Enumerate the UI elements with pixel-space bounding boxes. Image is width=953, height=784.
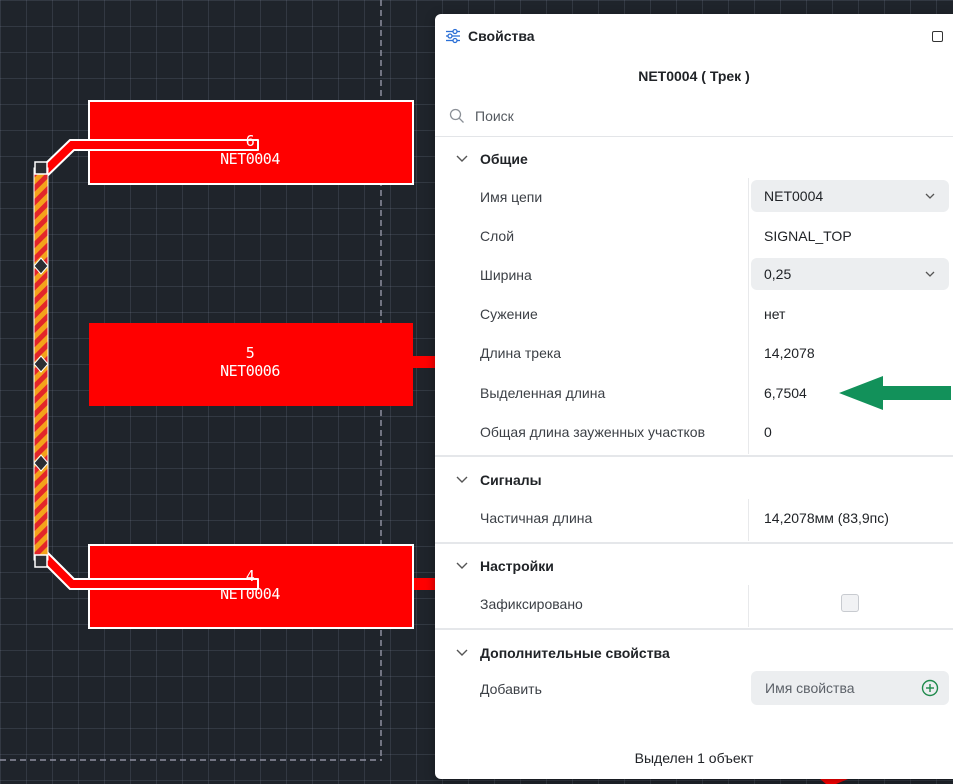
track-length-value: 14,2078 bbox=[764, 345, 815, 361]
section-settings-header[interactable]: Настройки bbox=[435, 555, 953, 579]
width-select[interactable]: 0,25 bbox=[751, 258, 949, 290]
track-endpoint-bottom[interactable] bbox=[34, 554, 48, 568]
chevron-down-icon bbox=[456, 476, 468, 483]
plus-circle-icon[interactable] bbox=[921, 679, 939, 697]
trace-stub-pad4[interactable] bbox=[412, 578, 436, 590]
width-label: Ширина bbox=[480, 267, 532, 283]
section-general-title: Общие bbox=[480, 151, 528, 167]
narrowed-total-label: Общая длина зауженных участков bbox=[480, 424, 706, 440]
layer-value: SIGNAL_TOP bbox=[764, 228, 852, 244]
selected-length-label: Выделенная длина bbox=[480, 385, 606, 401]
section-divider-1 bbox=[435, 455, 953, 457]
chevron-down-icon bbox=[456, 649, 468, 656]
section-signals-title: Сигналы bbox=[480, 472, 542, 488]
chevron-down-icon bbox=[456, 562, 468, 569]
width-value: 0,25 bbox=[764, 266, 792, 282]
track-endpoint-top[interactable] bbox=[34, 161, 48, 175]
pcb-canvas[interactable]: 6 NET0004 5 NET0006 4 NET0004 Свойства N… bbox=[0, 0, 953, 784]
properties-panel: Свойства NET0004 ( Трек ) Общие Имя цепи… bbox=[435, 14, 953, 779]
section-signals-header[interactable]: Сигналы bbox=[435, 469, 953, 493]
selection-status: Выделен 1 объект bbox=[634, 750, 754, 766]
add-property-label: Добавить bbox=[480, 681, 542, 697]
sliders-icon bbox=[446, 28, 460, 44]
section-extra-title: Дополнительные свойства bbox=[480, 645, 670, 661]
pad-5[interactable] bbox=[89, 323, 413, 406]
selection-title: NET0004 ( Трек ) bbox=[638, 68, 750, 84]
section-extra-header[interactable]: Дополнительные свойства bbox=[435, 642, 953, 666]
narrowing-value: нет bbox=[764, 306, 786, 322]
selected-length-value: 6,7504 bbox=[764, 385, 807, 401]
chevron-down-icon bbox=[925, 271, 935, 277]
panel-title: Свойства bbox=[468, 28, 535, 44]
search-icon bbox=[449, 108, 464, 123]
track-length-label: Длина трека bbox=[480, 345, 562, 361]
section-general-header[interactable]: Общие bbox=[435, 148, 953, 172]
property-name-input[interactable]: Имя свойства bbox=[751, 671, 949, 705]
annotation-arrow-icon bbox=[839, 376, 951, 410]
partial-length-label: Частичная длина bbox=[480, 510, 593, 526]
trace-stub-pad5[interactable] bbox=[412, 356, 436, 368]
panel-header: Свойства bbox=[435, 14, 953, 58]
section-divider-2 bbox=[435, 542, 953, 544]
section-divider-3 bbox=[435, 628, 953, 630]
fixed-checkbox[interactable] bbox=[841, 594, 859, 612]
layer-label: Слой bbox=[480, 228, 515, 244]
section-settings-title: Настройки bbox=[480, 558, 554, 574]
chevron-down-icon bbox=[925, 193, 935, 199]
narrowed-total-value: 0 bbox=[764, 424, 772, 440]
fixed-label: Зафиксировано bbox=[480, 596, 583, 612]
property-name-placeholder: Имя свойства bbox=[765, 680, 855, 696]
column-divider-settings bbox=[748, 585, 749, 627]
net-name-label: Имя цепи bbox=[480, 189, 543, 205]
chevron-down-icon bbox=[456, 155, 468, 162]
partial-length-value: 14,2078мм (83,9пс) bbox=[764, 510, 889, 526]
column-divider-signals bbox=[748, 499, 749, 541]
search-input[interactable] bbox=[475, 104, 915, 128]
net-name-value: NET0004 bbox=[764, 188, 824, 204]
search-bar bbox=[435, 102, 953, 137]
narrowing-label: Сужение bbox=[480, 306, 538, 322]
maximize-icon[interactable] bbox=[932, 31, 943, 42]
net-name-select[interactable]: NET0004 bbox=[751, 180, 949, 212]
column-divider-general bbox=[748, 178, 749, 454]
